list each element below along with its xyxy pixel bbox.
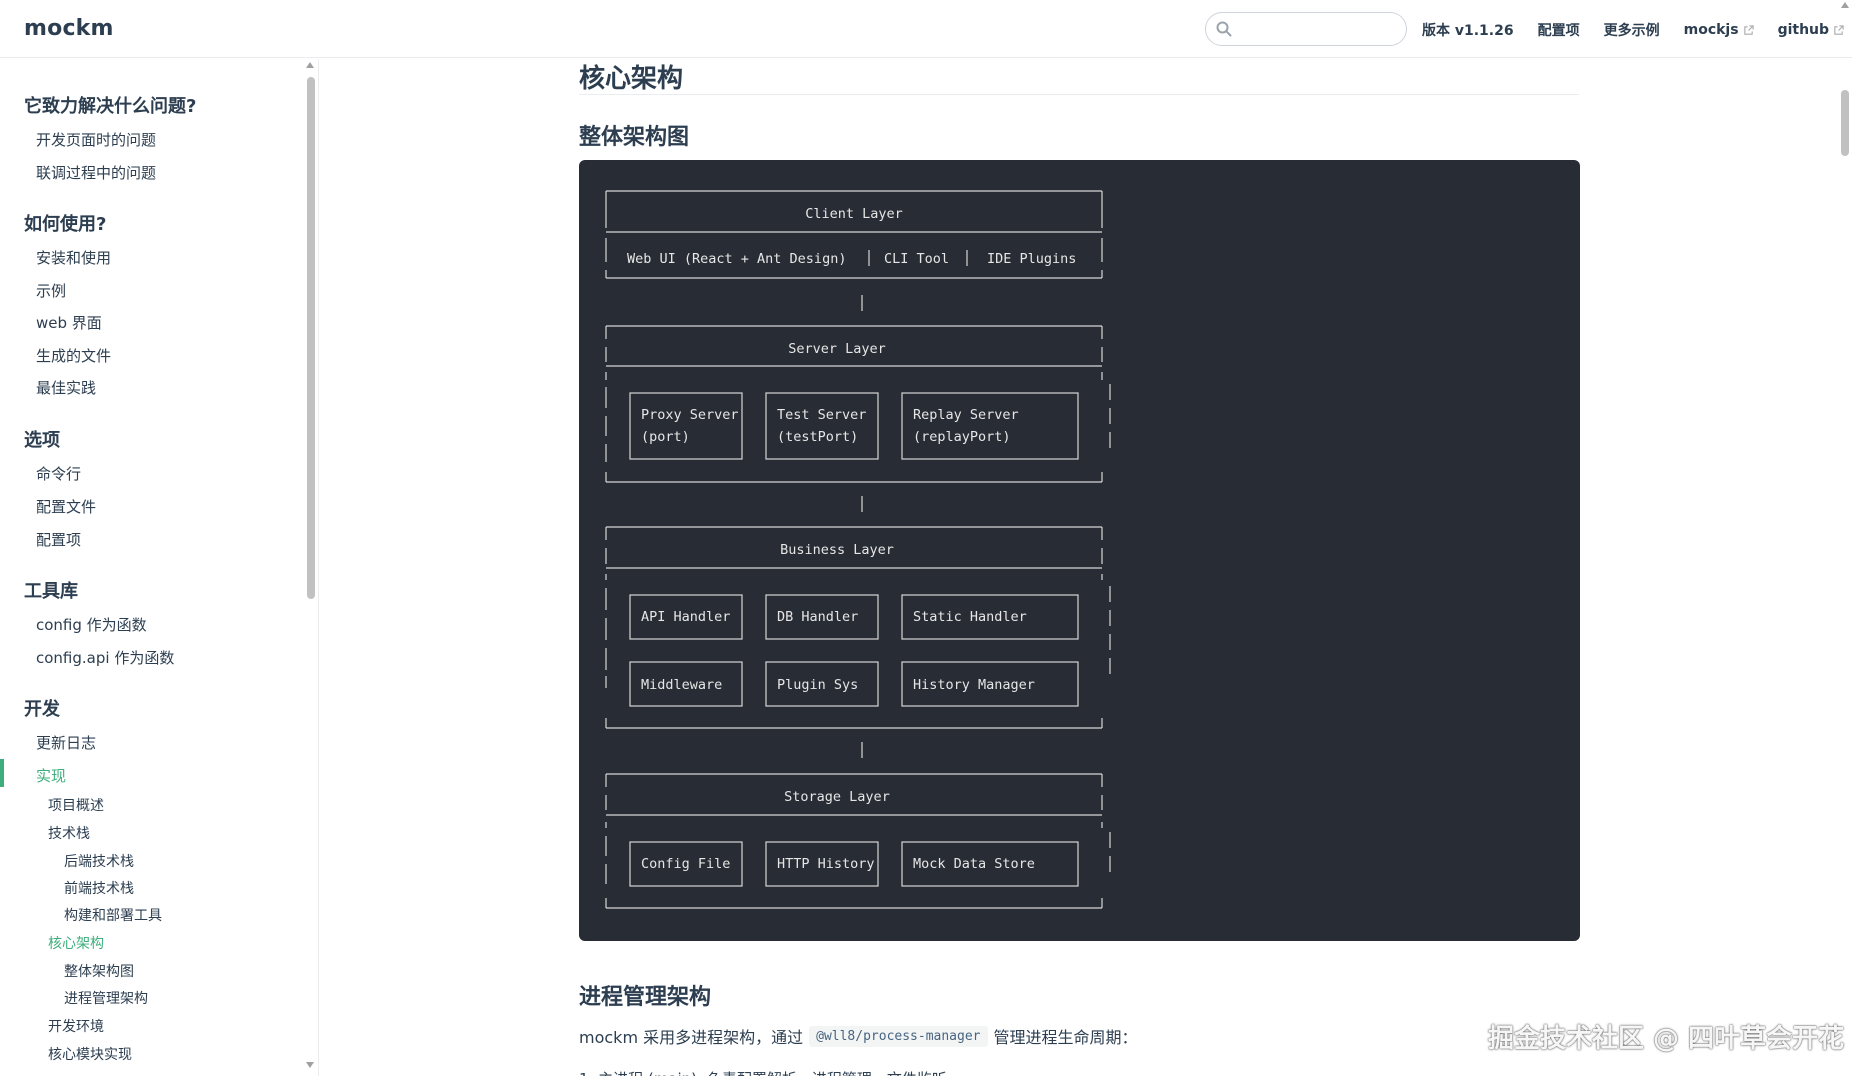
search-box[interactable] bbox=[1205, 12, 1407, 46]
sidebar-scrollbar[interactable] bbox=[307, 77, 315, 599]
sidebar-item[interactable]: 最佳实践 bbox=[36, 377, 96, 398]
page-scrollbar[interactable] bbox=[1841, 90, 1849, 156]
nav-config-label: 配置项 bbox=[1537, 23, 1580, 39]
sidebar-group-title[interactable]: 如何使用? bbox=[24, 210, 106, 236]
sidebar-active-indicator bbox=[0, 759, 4, 787]
site-brand[interactable]: mockm bbox=[24, 16, 114, 41]
sidebar-item[interactable]: config.api 作为函数 bbox=[36, 647, 174, 668]
sidebar-subitem[interactable]: 项目概述 bbox=[48, 795, 104, 815]
section-heading: 核心架构 bbox=[579, 64, 684, 94]
sidebar-subitem[interactable]: 技术栈 bbox=[48, 823, 90, 843]
sidebar-item[interactable]: 生成的文件 bbox=[36, 345, 111, 366]
para-text-before: mockm 采用多进程架构，通过 bbox=[579, 1028, 804, 1047]
sidebar-subitem-active[interactable]: 核心架构 bbox=[48, 933, 104, 953]
top-navbar: mockm 版本 v1.1.26 配置项 更多示例 mockjs github bbox=[0, 0, 1852, 58]
sidebar-item[interactable]: web 界面 bbox=[36, 312, 102, 333]
diagram-client-title: Client Layer bbox=[805, 206, 903, 222]
diagram-business-box: Static Handler bbox=[913, 609, 1027, 625]
diagram-server-box-line1: Replay Server bbox=[913, 407, 1019, 423]
diagram-server-box-line2: (testPort) bbox=[777, 429, 858, 445]
sidebar-group-title[interactable]: 开发 bbox=[24, 695, 60, 721]
external-link-icon bbox=[1834, 24, 1844, 35]
sidebar-item[interactable]: 更新日志 bbox=[36, 732, 96, 753]
diagram-server-box-line1: Proxy Server bbox=[641, 407, 739, 423]
inline-code: @wll8/process-manager bbox=[809, 1025, 988, 1047]
nav-config[interactable]: 配置项 bbox=[1538, 20, 1580, 40]
nav-examples-label: 更多示例 bbox=[1603, 23, 1660, 39]
diagram-business-title: Business Layer bbox=[780, 542, 894, 558]
sidebar-subitem[interactable]: 后端技术栈 bbox=[64, 851, 134, 871]
diagram-storage-title: Storage Layer bbox=[784, 789, 890, 805]
search-input[interactable] bbox=[1240, 19, 1400, 39]
architecture-diagram-codeblock: Client Layer Web UI (React + Ant Design)… bbox=[579, 160, 1580, 941]
external-link-icon bbox=[1743, 24, 1754, 35]
sidebar-item[interactable]: config 作为函数 bbox=[36, 614, 147, 635]
sidebar-subitem[interactable]: 前端技术栈 bbox=[64, 878, 134, 898]
diagram-storage-box: Mock Data Store bbox=[913, 856, 1035, 872]
diagram-client-item: IDE Plugins bbox=[987, 251, 1076, 267]
diagram-server-box-line2: (replayPort) bbox=[913, 429, 1011, 445]
sidebar-item[interactable]: 安装和使用 bbox=[36, 247, 111, 268]
search-icon bbox=[1216, 21, 1232, 37]
architecture-diagram: Client Layer Web UI (React + Ant Design)… bbox=[605, 190, 1111, 909]
diagram-business-box: API Handler bbox=[641, 609, 730, 625]
heading-divider bbox=[579, 94, 1579, 95]
sidebar-group-title[interactable]: 选项 bbox=[24, 426, 60, 452]
diagram-business-box: DB Handler bbox=[777, 609, 858, 625]
diagram-server-title: Server Layer bbox=[788, 341, 886, 357]
diagram-business-box: History Manager bbox=[913, 677, 1035, 693]
sidebar-item[interactable]: 配置文件 bbox=[36, 496, 96, 517]
diagram-storage-box: HTTP History bbox=[777, 856, 875, 872]
sidebar-scroll-down-arrow[interactable] bbox=[306, 1062, 314, 1068]
nav-github-label: github bbox=[1777, 22, 1830, 38]
nav-mockjs[interactable]: mockjs bbox=[1684, 20, 1754, 40]
subsection-heading-overall: 整体架构图 bbox=[579, 125, 690, 150]
list-item-cut: 1. 主进程 (main): 负责配置解析、进程管理、文件监听 bbox=[579, 1068, 947, 1076]
subsection-heading-process: 进程管理架构 bbox=[579, 985, 712, 1010]
sidebar-item[interactable]: 命令行 bbox=[36, 463, 81, 484]
watermark: 掘金技术社区 @ 四叶草会开花 bbox=[1488, 1024, 1845, 1054]
diagram-client-item: Web UI (React + Ant Design) bbox=[627, 251, 846, 267]
sidebar-subitem[interactable]: 进程管理架构 bbox=[64, 988, 148, 1008]
diagram-server-box-line1: Test Server bbox=[777, 407, 866, 423]
sidebar: 它致力解决什么问题? 开发页面时的问题 联调过程中的问题 如何使用? 安装和使用… bbox=[0, 59, 319, 1076]
sidebar-scroll-up-arrow[interactable] bbox=[306, 62, 314, 68]
nav-version[interactable]: 版本 v1.1.26 bbox=[1422, 20, 1514, 40]
sidebar-subitem[interactable]: 开发环境 bbox=[48, 1016, 104, 1036]
diagram-server-box-line2: (port) bbox=[641, 429, 690, 445]
nav-mockjs-label: mockjs bbox=[1683, 22, 1739, 38]
sidebar-item-active[interactable]: 实现 bbox=[36, 765, 66, 786]
sidebar-subitem[interactable]: 构建和部署工具 bbox=[64, 905, 162, 925]
diagram-client-item: CLI Tool bbox=[884, 251, 949, 267]
sidebar-item[interactable]: 示例 bbox=[36, 280, 66, 301]
diagram-business-box: Middleware bbox=[641, 677, 722, 693]
diagram-business-box: Plugin Sys bbox=[777, 677, 858, 693]
diagram-storage-box: Config File bbox=[641, 856, 730, 872]
page-scroll-up-arrow[interactable] bbox=[1841, 2, 1849, 8]
para-text-after: 管理进程生命周期： bbox=[993, 1028, 1138, 1047]
sidebar-item[interactable]: 联调过程中的问题 bbox=[36, 162, 156, 183]
sidebar-item[interactable]: 开发页面时的问题 bbox=[36, 129, 156, 150]
sidebar-group-title[interactable]: 它致力解决什么问题? bbox=[24, 92, 196, 118]
nav-examples[interactable]: 更多示例 bbox=[1604, 20, 1660, 40]
sidebar-item[interactable]: 配置项 bbox=[36, 529, 81, 550]
nav-version-label: 版本 v1.1.26 bbox=[1422, 23, 1514, 39]
process-paragraph: mockm 采用多进程架构，通过 @wll8/process-manager 管… bbox=[579, 1024, 1138, 1048]
nav-links: 版本 v1.1.26 配置项 更多示例 mockjs github bbox=[1422, 20, 1844, 40]
sidebar-group-title[interactable]: 工具库 bbox=[24, 577, 78, 603]
nav-github[interactable]: github bbox=[1778, 20, 1844, 40]
sidebar-subitem[interactable]: 整体架构图 bbox=[64, 961, 134, 981]
sidebar-subitem[interactable]: 核心模块实现 bbox=[48, 1044, 132, 1064]
